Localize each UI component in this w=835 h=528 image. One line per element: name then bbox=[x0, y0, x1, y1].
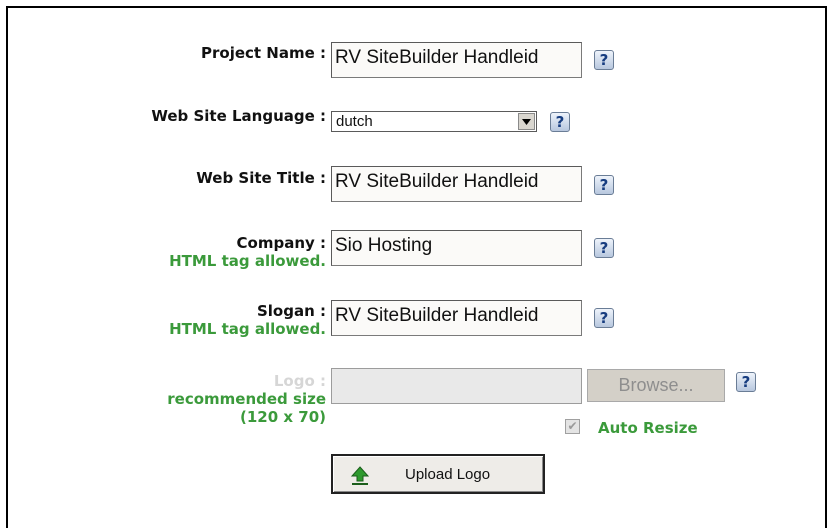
logo-file-input[interactable] bbox=[331, 368, 582, 404]
project-name-label: Project Name : bbox=[201, 44, 326, 62]
logo-label-text: Logo : bbox=[273, 372, 326, 390]
logo-help-icon[interactable]: ? bbox=[736, 372, 756, 392]
site-title-input[interactable]: RV SiteBuilder Handleid bbox=[331, 166, 582, 202]
site-title-label: Web Site Title : bbox=[196, 169, 326, 187]
logo-size-dimensions: (120 x 70) bbox=[239, 408, 326, 426]
company-label-text: Company : bbox=[236, 234, 326, 252]
auto-resize-label: Auto Resize bbox=[598, 419, 698, 437]
logo-size-note: recommended size bbox=[167, 390, 326, 408]
upload-logo-label: Upload Logo bbox=[405, 466, 491, 483]
upload-logo-button[interactable]: Upload Logo bbox=[331, 454, 545, 494]
language-label: Web Site Language : bbox=[151, 107, 326, 125]
logo-label: Logo : recommended size (120 x 70) bbox=[167, 372, 326, 426]
slogan-help-icon[interactable]: ? bbox=[594, 308, 614, 328]
project-name-help-icon[interactable]: ? bbox=[594, 50, 614, 70]
dropdown-arrow-icon[interactable] bbox=[518, 113, 535, 130]
slogan-html-note: HTML tag allowed. bbox=[169, 320, 326, 338]
company-label: Company : HTML tag allowed. bbox=[169, 234, 326, 270]
slogan-input[interactable]: RV SiteBuilder Handleid bbox=[331, 300, 582, 336]
auto-resize-checkbox[interactable]: ✔ bbox=[565, 419, 580, 434]
upload-arrow-icon bbox=[350, 466, 370, 490]
company-input[interactable]: Sio Hosting bbox=[331, 230, 582, 266]
site-title-help-icon[interactable]: ? bbox=[594, 175, 614, 195]
company-html-note: HTML tag allowed. bbox=[169, 252, 326, 270]
company-help-icon[interactable]: ? bbox=[594, 238, 614, 258]
project-name-input[interactable]: RV SiteBuilder Handleid bbox=[331, 42, 582, 78]
form-panel bbox=[6, 6, 827, 528]
slogan-label-text: Slogan : bbox=[256, 302, 326, 320]
language-select-value: dutch bbox=[336, 113, 373, 130]
slogan-label: Slogan : HTML tag allowed. bbox=[169, 302, 326, 338]
browse-button[interactable]: Browse... bbox=[587, 369, 725, 402]
language-select[interactable]: dutch bbox=[331, 111, 537, 132]
language-help-icon[interactable]: ? bbox=[550, 112, 570, 132]
